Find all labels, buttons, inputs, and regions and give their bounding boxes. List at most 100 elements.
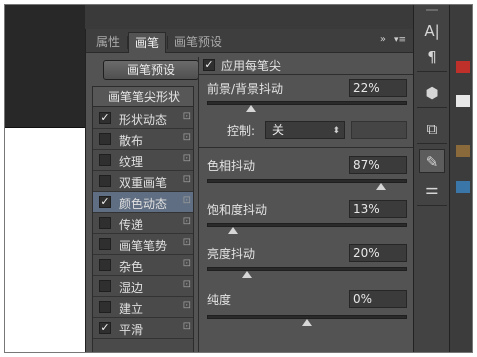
brush-panel: 属性 画笔 画笔预设 » ▾≡ 画笔预设 画笔笔尖形状 ✓ 形状动态 ⊡ 散布 ⊡ 纹理 ⊡… [85, 29, 415, 352]
tab-brush[interactable]: 画笔 [128, 32, 167, 53]
lock-icon[interactable]: ⊡ [183, 258, 191, 269]
option-checkbox[interactable]: ✓ [99, 196, 111, 208]
character-icon[interactable]: A| [419, 19, 445, 43]
option-label: 传递 [119, 218, 144, 232]
lock-icon[interactable]: ⊡ [183, 279, 191, 290]
panel-dock: A| ¶ ⬢ ⧉ ✎ ⚌ [413, 5, 449, 352]
option-label: 画笔笔势 [119, 239, 168, 253]
document-canvas[interactable] [5, 127, 85, 352]
fg-bg-jitter-input[interactable]: 22% [349, 79, 407, 97]
option-label: 平滑 [119, 323, 144, 337]
option-checkbox[interactable] [99, 238, 111, 250]
option-checkbox[interactable] [99, 259, 111, 271]
option-label: 形状动态 [119, 113, 168, 127]
purity-label: 纯度 [207, 293, 232, 307]
option-checkbox[interactable] [99, 154, 111, 166]
brush-options-list: 画笔笔尖形状 ✓ 形状动态 ⊡ 散布 ⊡ 纹理 ⊡ 双重画笔 ⊡ ✓ 颜色动态 ⊡ 传递 ⊡ 画笔笔势 ⊡ 杂色… [92, 86, 194, 352]
lock-icon[interactable]: ⊡ [183, 111, 191, 122]
divider [199, 147, 415, 148]
brightness-jitter-label: 亮度抖动 [207, 247, 256, 261]
dock-divider [417, 143, 447, 144]
swatch-blue [456, 181, 470, 193]
swatch-brown [456, 145, 470, 157]
option-label: 建立 [119, 302, 144, 316]
brightness-jitter-input[interactable]: 20% [349, 244, 407, 262]
lock-icon[interactable]: ⊡ [183, 237, 191, 248]
apply-per-tip-checkbox[interactable]: ✓ [203, 59, 215, 71]
option-label: 双重画笔 [119, 176, 168, 190]
list-item[interactable]: ✓ 平滑 ⊡ [93, 318, 193, 339]
3d-cube-icon[interactable]: ⬢ [419, 81, 445, 105]
fg-bg-jitter-slider[interactable] [207, 101, 407, 105]
panel-menu-icon[interactable]: ▾≡ [392, 33, 408, 47]
lock-icon[interactable]: ⊡ [183, 174, 191, 185]
list-item[interactable]: ✓ 形状动态 ⊡ [93, 108, 193, 129]
control-dropdown[interactable]: 关 ⬍ [265, 121, 345, 139]
tab-properties[interactable]: 属性 [90, 32, 126, 53]
option-label: 杂色 [119, 260, 144, 274]
lock-icon[interactable]: ⊡ [183, 153, 191, 164]
control-label: 控制: [227, 124, 256, 138]
secondary-dock [449, 5, 472, 352]
list-item[interactable]: 双重画笔 ⊡ [93, 171, 193, 192]
hue-jitter-label: 色相抖动 [207, 159, 256, 173]
dock-divider [417, 71, 447, 72]
list-item[interactable]: ✓ 颜色动态 ⊡ [93, 192, 193, 213]
list-item[interactable]: 建立 ⊡ [93, 297, 193, 318]
option-checkbox[interactable]: ✓ [99, 322, 111, 334]
option-label: 纹理 [119, 155, 144, 169]
brush-tip-shape-item[interactable]: 画笔笔尖形状 [93, 87, 193, 107]
fg-bg-jitter-label: 前景/背景抖动 [207, 82, 284, 96]
saturation-jitter-label: 饱和度抖动 [207, 203, 268, 217]
saturation-jitter-thumb[interactable] [228, 227, 238, 234]
swatch-white [456, 95, 470, 107]
brightness-jitter-slider[interactable] [207, 267, 407, 271]
list-item[interactable]: 传递 ⊡ [93, 213, 193, 234]
lock-icon[interactable]: ⊡ [183, 300, 191, 311]
option-label: 散布 [119, 134, 144, 148]
lock-icon[interactable]: ⊡ [183, 216, 191, 227]
lock-icon[interactable]: ⊡ [183, 195, 191, 206]
list-item[interactable]: 散布 ⊡ [93, 129, 193, 150]
dock-divider [417, 107, 447, 108]
brush-icon[interactable]: ✎ [419, 149, 445, 173]
divider [199, 74, 415, 75]
control-value: 关 [272, 123, 285, 137]
list-item[interactable]: 杂色 ⊡ [93, 255, 193, 276]
dock-grip-icon[interactable] [426, 9, 438, 11]
color-dynamics-settings: ✓ 应用每笔尖 前景/背景抖动 22% 控制: 关 ⬍ 色相抖动 87% 饱和度… [198, 57, 415, 352]
option-checkbox[interactable] [99, 280, 111, 292]
brightness-jitter-thumb[interactable] [242, 271, 252, 278]
clone-source-icon[interactable]: ⧉ [419, 117, 445, 141]
option-checkbox[interactable]: ✓ [99, 112, 111, 124]
option-label: 湿边 [119, 281, 144, 295]
photoshop-window: 属性 画笔 画笔预设 » ▾≡ 画笔预设 画笔笔尖形状 ✓ 形状动态 ⊡ 散布 ⊡ 纹理 ⊡… [4, 4, 473, 353]
list-item[interactable]: 纹理 ⊡ [93, 150, 193, 171]
collapse-panel-icon[interactable]: » [380, 34, 386, 45]
option-label: 颜色动态 [119, 197, 168, 211]
option-checkbox[interactable] [99, 301, 111, 313]
hue-jitter-input[interactable]: 87% [349, 156, 407, 174]
apply-per-tip-label: 应用每笔尖 [221, 59, 282, 73]
list-item[interactable]: 画笔笔势 ⊡ [93, 234, 193, 255]
brush-presets-icon[interactable]: ⚌ [419, 177, 445, 201]
saturation-jitter-input[interactable]: 13% [349, 200, 407, 218]
option-checkbox[interactable] [99, 175, 111, 187]
chevron-updown-icon: ⬍ [332, 126, 340, 136]
fg-bg-jitter-thumb[interactable] [246, 105, 256, 112]
option-checkbox[interactable] [99, 217, 111, 229]
brush-presets-button[interactable]: 画笔预设 [103, 60, 199, 80]
control-secondary-field [351, 121, 407, 139]
option-checkbox[interactable] [99, 133, 111, 145]
list-item[interactable]: 湿边 ⊡ [93, 276, 193, 297]
purity-input[interactable]: 0% [349, 290, 407, 308]
lock-icon[interactable]: ⊡ [183, 321, 191, 332]
dock-divider [417, 205, 447, 206]
swatch-red [456, 61, 470, 73]
panel-tab-bar: 属性 画笔 画笔预设 » ▾≡ [86, 29, 414, 53]
lock-icon[interactable]: ⊡ [183, 132, 191, 143]
hue-jitter-thumb[interactable] [376, 183, 386, 190]
paragraph-icon[interactable]: ¶ [419, 45, 445, 69]
tab-brush-presets[interactable]: 画笔预设 [168, 32, 228, 53]
purity-thumb[interactable] [302, 319, 312, 326]
